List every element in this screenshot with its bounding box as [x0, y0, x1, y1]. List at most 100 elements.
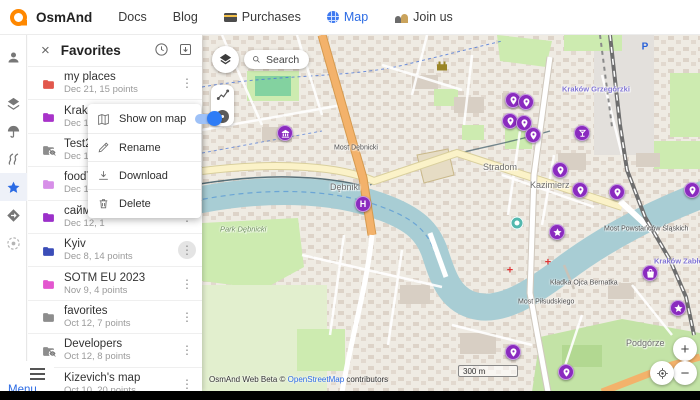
globe-icon: [327, 11, 339, 23]
top-navbar: OsmAnd Docs Blog Purchases Map Join us: [0, 0, 700, 35]
eye-off-icon: [48, 349, 57, 358]
context-menu-item-delete[interactable]: Delete: [88, 189, 201, 217]
sidebar-item-tracks[interactable]: [0, 145, 27, 173]
favorite-marker-pin[interactable]: [505, 344, 521, 360]
folder-name: Kizevich's map: [64, 372, 178, 384]
hamburger-icon[interactable]: [30, 368, 45, 370]
favorites-row-texts: my placesDec 21, 15 points: [64, 71, 178, 95]
nav-link-join-us[interactable]: Join us: [394, 10, 453, 24]
folder-meta: Dec 12, 1: [64, 218, 178, 229]
nav-link-label: Docs: [118, 10, 146, 24]
nav-link-blog[interactable]: Blog: [173, 10, 198, 24]
sidebar-item-account[interactable]: [0, 43, 27, 71]
hospital-poi-icon: +: [506, 266, 515, 275]
folder-icon-wrap: [41, 78, 55, 89]
folder-name: favorites: [64, 305, 178, 317]
favorite-marker-museum[interactable]: [277, 125, 293, 141]
favorites-row-texts: Kizevich's mapOct 10, 20 points: [64, 372, 178, 391]
kebab-menu-icon[interactable]: ⋮: [178, 275, 196, 293]
favorites-row[interactable]: Kizevich's mapOct 10, 20 points⋮: [28, 368, 202, 391]
context-menu-item-show-on-map[interactable]: Show on map: [88, 105, 201, 133]
nav-link-docs[interactable]: Docs: [118, 10, 146, 24]
folder-icon-wrap: [41, 245, 55, 256]
favorite-marker-pin[interactable]: [518, 94, 534, 110]
context-menu-label: Download: [119, 170, 192, 182]
nav-link-map[interactable]: Map: [327, 10, 368, 24]
favorite-marker-star[interactable]: [670, 300, 686, 316]
import-icon[interactable]: [178, 42, 195, 59]
context-menu-label: Rename: [119, 142, 192, 154]
plan-route-button[interactable]: [216, 88, 230, 107]
nav-link-label: Map: [344, 10, 368, 24]
locate-button[interactable]: [650, 361, 674, 385]
search-icon: [252, 55, 261, 64]
favorites-row-texts: SOTM EU 2023Nov 9, 4 points: [64, 272, 178, 296]
favorites-row-texts: KyivDec 8, 14 points: [64, 238, 178, 262]
context-menu-item-rename[interactable]: Rename: [88, 133, 201, 161]
show-on-map-toggle[interactable]: [195, 114, 221, 124]
search-button[interactable]: Search: [244, 50, 309, 69]
favorites-row[interactable]: KyivDec 8, 14 points⋮: [28, 234, 202, 267]
plan-route-icon: [6, 236, 21, 251]
kebab-menu-icon[interactable]: ⋮: [178, 375, 196, 391]
pin-icon: [561, 367, 572, 378]
sidebar-item-weather[interactable]: [0, 117, 27, 145]
zoom-out-button[interactable]: −: [673, 361, 697, 385]
context-menu-item-download[interactable]: Download: [88, 161, 201, 189]
osmand-logo-icon[interactable]: [10, 9, 27, 26]
favorite-marker-pin[interactable]: [572, 182, 588, 198]
shopping-icon: [645, 268, 656, 279]
favorite-marker-pin[interactable]: [552, 162, 568, 178]
tracks-icon: [6, 152, 21, 167]
folder-icon-wrap: [41, 111, 55, 122]
sidebar-item-plan-route[interactable]: [0, 229, 27, 257]
pin-icon: [521, 97, 532, 108]
kebab-menu-icon[interactable]: ⋮: [178, 341, 196, 359]
nav-link-purchases[interactable]: Purchases: [224, 10, 301, 24]
pin-icon: [612, 187, 623, 198]
star-icon: [673, 303, 684, 314]
favorites-row[interactable]: DevelopersOct 12, 8 points⋮: [28, 334, 202, 367]
brand-title: OsmAnd: [36, 10, 92, 25]
kebab-menu-icon[interactable]: ⋮: [178, 241, 196, 259]
museum-icon: [280, 128, 291, 139]
favorites-star-icon: [6, 180, 21, 195]
sidebar-item-navigation[interactable]: [0, 201, 27, 229]
close-icon[interactable]: ×: [41, 43, 50, 58]
openstreetmap-link[interactable]: OpenStreetMap: [288, 375, 344, 384]
kebab-menu-icon[interactable]: ⋮: [178, 308, 196, 326]
favorite-marker-cocktail[interactable]: [574, 125, 590, 141]
folder-name: Developers: [64, 338, 178, 350]
people-icon: [394, 12, 408, 23]
hospital-poi-icon: +: [544, 258, 553, 267]
favorite-marker-shopping[interactable]: [642, 265, 658, 281]
zoom-in-button[interactable]: +: [673, 337, 697, 361]
favorites-panel-header: × Favorites: [28, 35, 202, 67]
folder-name: Kyiv: [64, 238, 178, 250]
sidebar-item-configure-map[interactable]: [0, 89, 27, 117]
favorite-marker-hotel[interactable]: H: [355, 196, 371, 212]
favorite-marker-pin[interactable]: [558, 364, 574, 380]
star-icon: [552, 227, 563, 238]
map-canvas[interactable]: Most DębnickiDębnikiPark DębnickiStradom…: [202, 35, 700, 392]
sidebar-item-favorites[interactable]: [0, 173, 27, 201]
kebab-menu-icon[interactable]: ⋮: [178, 74, 196, 92]
favorite-marker-pin[interactable]: [684, 182, 700, 198]
pin-icon: [508, 347, 519, 358]
folder-icon: [41, 211, 56, 224]
map-attribution: OsmAnd Web Beta © OpenStreetMap contribu…: [209, 375, 388, 384]
account-icon: [6, 50, 21, 65]
recent-clock-icon[interactable]: [154, 42, 171, 59]
favorite-marker-pin[interactable]: [609, 184, 625, 200]
layers-icon: [6, 96, 21, 111]
folder-icon: [41, 78, 56, 91]
favorites-row[interactable]: SOTM EU 2023Nov 9, 4 points⋮: [28, 267, 202, 300]
nav-link-label: Blog: [173, 10, 198, 24]
map-layers-button[interactable]: [212, 46, 239, 73]
favorite-marker-star[interactable]: [549, 224, 565, 240]
folder-name: my places: [64, 71, 178, 83]
favorites-row[interactable]: my placesDec 21, 15 points⋮: [28, 67, 202, 100]
map-base-graphic: [202, 35, 700, 392]
favorite-marker-pin[interactable]: [525, 127, 541, 143]
favorites-row[interactable]: favoritesOct 12, 7 points⋮: [28, 301, 202, 334]
